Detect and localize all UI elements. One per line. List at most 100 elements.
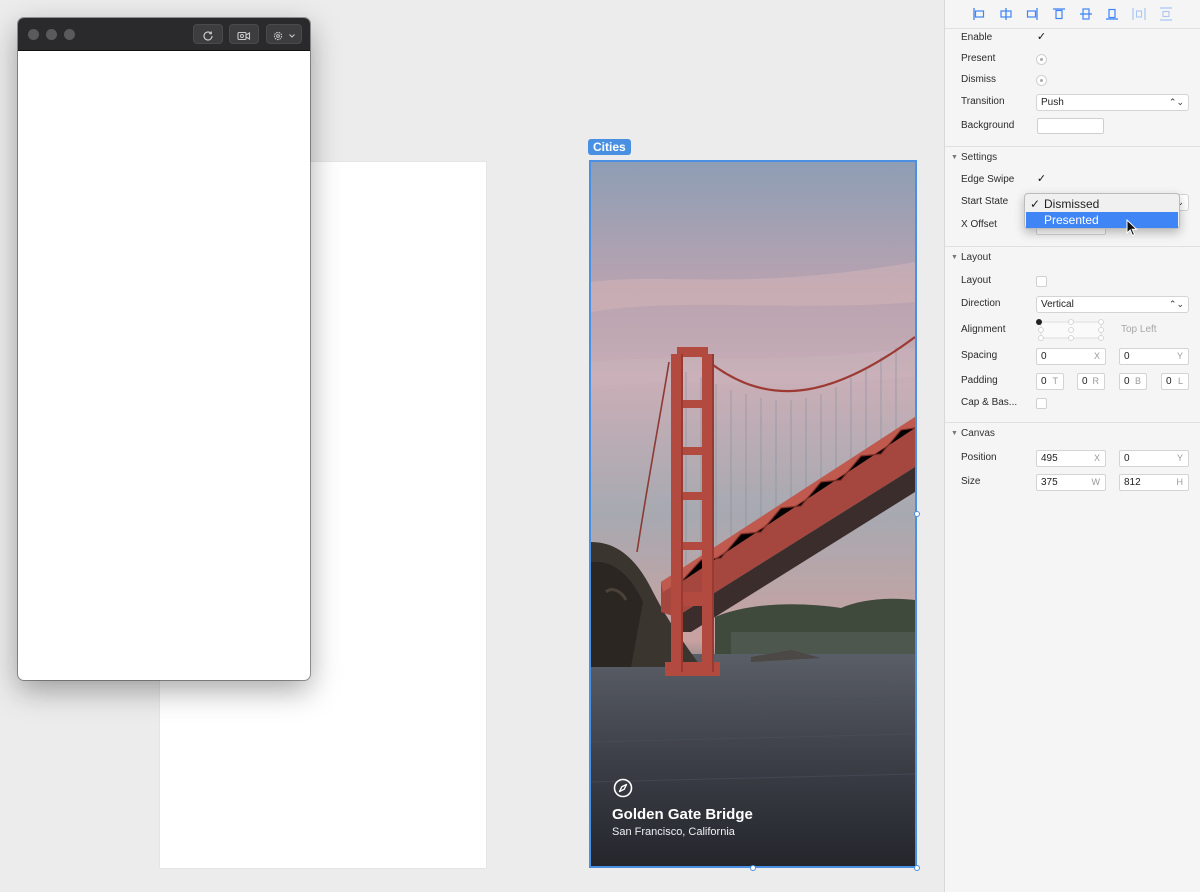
disclosure-triangle-icon: ▼ xyxy=(951,154,958,161)
card-subtitle: San Francisco, California xyxy=(612,826,735,838)
direction-select[interactable]: Vertical ⌃⌄ xyxy=(1036,296,1189,313)
unit-x: X xyxy=(1093,453,1100,463)
align-vertical-center-icon[interactable] xyxy=(1079,7,1093,21)
transition-label: Transition xyxy=(961,96,1005,107)
enable-checkbox[interactable]: ✓ xyxy=(1036,32,1047,43)
minimize-window-button[interactable] xyxy=(46,29,57,40)
unit-t: T xyxy=(1052,376,1059,386)
zoom-window-button[interactable] xyxy=(64,29,75,40)
distribute-horizontal-icon[interactable] xyxy=(1132,7,1146,21)
unit-y: Y xyxy=(1176,351,1183,361)
start-state-menu[interactable]: ✓ Dismissed Presented xyxy=(1024,193,1180,229)
refresh-button[interactable] xyxy=(193,24,223,44)
align-left-icon[interactable] xyxy=(972,7,986,21)
edge-swipe-label: Edge Swipe xyxy=(961,174,1015,185)
size-label: Size xyxy=(961,476,981,487)
menu-item-presented[interactable]: Presented xyxy=(1026,212,1178,228)
position-x-field[interactable]: 495 X xyxy=(1036,450,1106,467)
align-right-icon[interactable] xyxy=(1025,7,1039,21)
close-window-button[interactable] xyxy=(28,29,39,40)
padding-right-value: 0 xyxy=(1082,376,1088,387)
spacing-y-field[interactable]: 0 Y xyxy=(1119,348,1189,365)
preview-titlebar[interactable] xyxy=(18,18,310,51)
settings-section-title: Settings xyxy=(961,152,998,163)
select-arrows-icon: ⌃⌄ xyxy=(1168,97,1184,107)
canvas-section-header[interactable]: ▼ Canvas xyxy=(945,422,1200,445)
dismiss-label: Dismiss xyxy=(961,74,996,85)
refresh-icon xyxy=(203,30,213,41)
layout-label: Layout xyxy=(961,275,992,286)
resize-handle-bottom-right[interactable] xyxy=(914,865,920,871)
record-button[interactable] xyxy=(229,24,259,44)
layout-section-header[interactable]: ▼ Layout xyxy=(945,246,1200,269)
resize-handle-bottom[interactable] xyxy=(750,865,756,871)
inspector-panel: Enable ✓ Present Dismiss Transition Push… xyxy=(944,0,1200,892)
menu-item-dismissed[interactable]: ✓ Dismissed xyxy=(1026,196,1178,212)
menu-item-dismissed-label: Dismissed xyxy=(1044,197,1100,211)
settings-dropdown-button[interactable] xyxy=(266,24,302,44)
layout-section-title: Layout xyxy=(961,252,992,263)
disclosure-triangle-icon: ▼ xyxy=(951,254,958,261)
transition-select[interactable]: Push ⌃⌄ xyxy=(1036,94,1189,111)
menu-item-presented-label: Presented xyxy=(1044,213,1099,227)
edge-swipe-checkbox[interactable]: ✓ xyxy=(1036,174,1047,185)
cap-baseline-label: Cap & Bas... xyxy=(961,397,1018,408)
unit-l: L xyxy=(1177,376,1183,386)
align-horizontal-center-icon[interactable] xyxy=(999,7,1013,21)
padding-label: Padding xyxy=(961,375,998,386)
background-label: Background xyxy=(961,120,1015,131)
enable-label: Enable xyxy=(961,32,993,43)
artboard-cities[interactable]: Golden Gate Bridge San Francisco, Califo… xyxy=(589,160,917,868)
layout-checkbox[interactable] xyxy=(1036,276,1047,287)
unit-h: H xyxy=(1176,477,1184,487)
alignment-grid-control[interactable] xyxy=(1035,318,1107,342)
compass-icon xyxy=(613,778,633,798)
resize-handle-right[interactable] xyxy=(914,511,920,517)
padding-right-field[interactable]: 0 R xyxy=(1077,373,1105,390)
start-state-label: Start State xyxy=(961,196,1009,207)
padding-left-value: 0 xyxy=(1166,376,1172,387)
spacing-x-field[interactable]: 0 X xyxy=(1036,348,1106,365)
video-camera-icon xyxy=(237,31,251,40)
unit-b: B xyxy=(1134,376,1141,386)
chevron-down-icon xyxy=(288,33,295,38)
position-y-value: 0 xyxy=(1124,453,1130,464)
present-label: Present xyxy=(961,53,996,64)
background-color-well[interactable] xyxy=(1037,118,1104,134)
size-height-value: 812 xyxy=(1124,477,1141,488)
padding-left-field[interactable]: 0 L xyxy=(1161,373,1189,390)
disclosure-triangle-icon: ▼ xyxy=(951,430,958,437)
unit-r: R xyxy=(1092,376,1100,386)
alignment-value: Top Left xyxy=(1121,324,1157,335)
select-arrows-icon: ⌃⌄ xyxy=(1168,299,1184,309)
size-width-field[interactable]: 375 W xyxy=(1036,474,1106,491)
cap-baseline-checkbox[interactable] xyxy=(1036,398,1047,409)
settings-section-header[interactable]: ▼ Settings xyxy=(945,146,1200,169)
unit-w: W xyxy=(1091,477,1101,487)
padding-bottom-value: 0 xyxy=(1124,376,1130,387)
spacing-x-value: 0 xyxy=(1041,351,1047,362)
align-top-icon[interactable] xyxy=(1052,7,1066,21)
mouse-pointer-icon xyxy=(1126,219,1138,237)
design-canvas[interactable]: Cities Golden Gate Bridge San Francisco,… xyxy=(0,0,944,892)
align-bottom-icon[interactable] xyxy=(1105,7,1119,21)
position-x-value: 495 xyxy=(1041,453,1058,464)
padding-bottom-field[interactable]: 0 B xyxy=(1119,373,1147,390)
unit-y: Y xyxy=(1176,453,1183,463)
preview-window[interactable] xyxy=(18,18,310,680)
present-radio[interactable] xyxy=(1036,54,1047,65)
dismiss-radio[interactable] xyxy=(1036,75,1047,86)
gear-icon xyxy=(274,31,283,40)
size-width-value: 375 xyxy=(1041,477,1058,488)
artboard-title-cities[interactable]: Cities xyxy=(588,139,631,155)
checkmark-icon: ✓ xyxy=(1030,197,1041,211)
direction-label: Direction xyxy=(961,298,1001,309)
alignment-toolbar xyxy=(945,0,1200,29)
distribute-vertical-icon[interactable] xyxy=(1159,7,1173,21)
size-height-field[interactable]: 812 H xyxy=(1119,474,1189,491)
position-y-field[interactable]: 0 Y xyxy=(1119,450,1189,467)
padding-top-field[interactable]: 0 T xyxy=(1036,373,1064,390)
golden-gate-photo xyxy=(591,162,915,866)
alignment-label: Alignment xyxy=(961,324,1006,335)
card-title: Golden Gate Bridge xyxy=(612,806,753,823)
